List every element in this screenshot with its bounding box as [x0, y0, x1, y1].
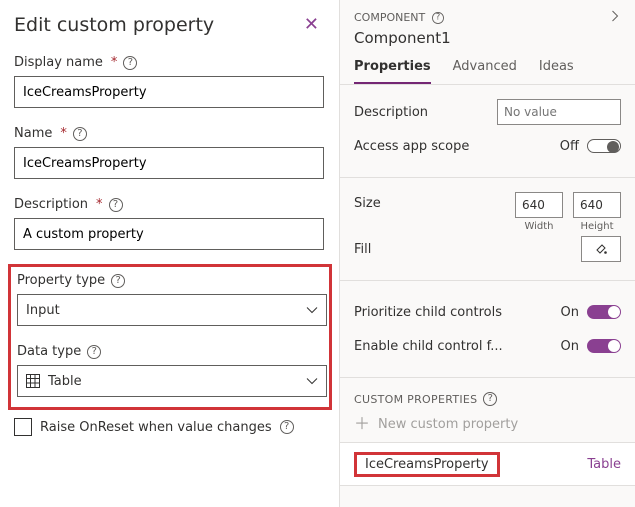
prop-description-label: Description — [354, 105, 428, 120]
height-input[interactable] — [573, 192, 621, 218]
description-label: Description — [14, 197, 88, 212]
custom-property-name: IceCreamsProperty — [354, 452, 500, 477]
tab-properties[interactable]: Properties — [354, 59, 431, 84]
custom-property-row[interactable]: IceCreamsProperty Table — [340, 442, 635, 486]
access-scope-toggle[interactable] — [587, 139, 621, 153]
display-name-input[interactable] — [14, 76, 324, 108]
raise-onreset-checkbox[interactable] — [14, 418, 32, 436]
help-icon[interactable]: ? — [109, 198, 123, 212]
enable-child-label: Enable child control f... — [354, 339, 503, 354]
property-type-label: Property type — [17, 273, 105, 288]
enable-child-toggle[interactable] — [587, 339, 621, 353]
prop-description-input[interactable] — [497, 99, 621, 125]
component-label: COMPONENT — [354, 11, 425, 24]
required-asterisk: * — [111, 55, 118, 70]
help-icon[interactable]: ? — [123, 56, 137, 70]
close-icon[interactable]: ✕ — [298, 12, 325, 37]
fill-picker[interactable] — [581, 236, 621, 262]
prioritize-child-label: Prioritize child controls — [354, 305, 502, 320]
display-name-label: Display name — [14, 55, 103, 70]
required-asterisk: * — [60, 126, 67, 141]
name-input[interactable] — [14, 147, 324, 179]
new-custom-property-button[interactable]: ＋ New custom property — [340, 410, 635, 442]
component-name: Component1 — [354, 29, 621, 47]
data-type-value: Table — [48, 374, 82, 389]
chevron-down-icon — [306, 304, 318, 316]
paint-bucket-icon — [594, 242, 608, 256]
new-custom-property-label: New custom property — [378, 417, 518, 432]
width-caption: Width — [524, 221, 553, 232]
panel-title: Edit custom property — [14, 14, 214, 36]
table-icon — [26, 374, 40, 388]
enable-child-value: On — [561, 339, 579, 354]
help-icon[interactable]: ? — [483, 392, 497, 406]
width-input[interactable] — [515, 192, 563, 218]
name-label: Name — [14, 126, 52, 141]
fill-label: Fill — [354, 242, 371, 257]
chevron-down-icon — [306, 375, 318, 387]
chevron-right-icon[interactable] — [609, 10, 621, 25]
help-icon[interactable]: ? — [73, 127, 87, 141]
prioritize-child-value: On — [561, 305, 579, 320]
raise-onreset-label: Raise OnReset when value changes — [40, 420, 272, 435]
property-type-select[interactable]: Input — [17, 294, 327, 326]
size-label: Size — [354, 192, 381, 211]
tab-ideas[interactable]: Ideas — [539, 59, 574, 84]
access-scope-value: Off — [560, 139, 579, 154]
data-type-select[interactable]: Table — [17, 365, 327, 397]
property-type-value: Input — [26, 303, 60, 318]
help-icon[interactable]: ? — [87, 345, 101, 359]
help-icon[interactable]: ? — [280, 420, 294, 434]
custom-property-type: Table — [587, 457, 621, 472]
description-input[interactable] — [14, 218, 324, 250]
height-caption: Height — [580, 221, 613, 232]
required-asterisk: * — [96, 197, 103, 212]
help-icon[interactable]: ? — [432, 12, 444, 24]
access-scope-label: Access app scope — [354, 139, 469, 154]
edit-property-panel: Edit custom property ✕ Display name * ? … — [0, 0, 340, 507]
help-icon[interactable]: ? — [111, 274, 125, 288]
custom-properties-header: CUSTOM PROPERTIES — [354, 393, 477, 406]
highlight-box: Property type ? Input Data type ? — [8, 264, 332, 410]
component-properties-panel: COMPONENT ? Component1 Properties Advanc… — [340, 0, 635, 507]
data-type-label: Data type — [17, 344, 81, 359]
prioritize-child-toggle[interactable] — [587, 305, 621, 319]
tab-advanced[interactable]: Advanced — [453, 59, 517, 84]
plus-icon: ＋ — [354, 416, 370, 432]
